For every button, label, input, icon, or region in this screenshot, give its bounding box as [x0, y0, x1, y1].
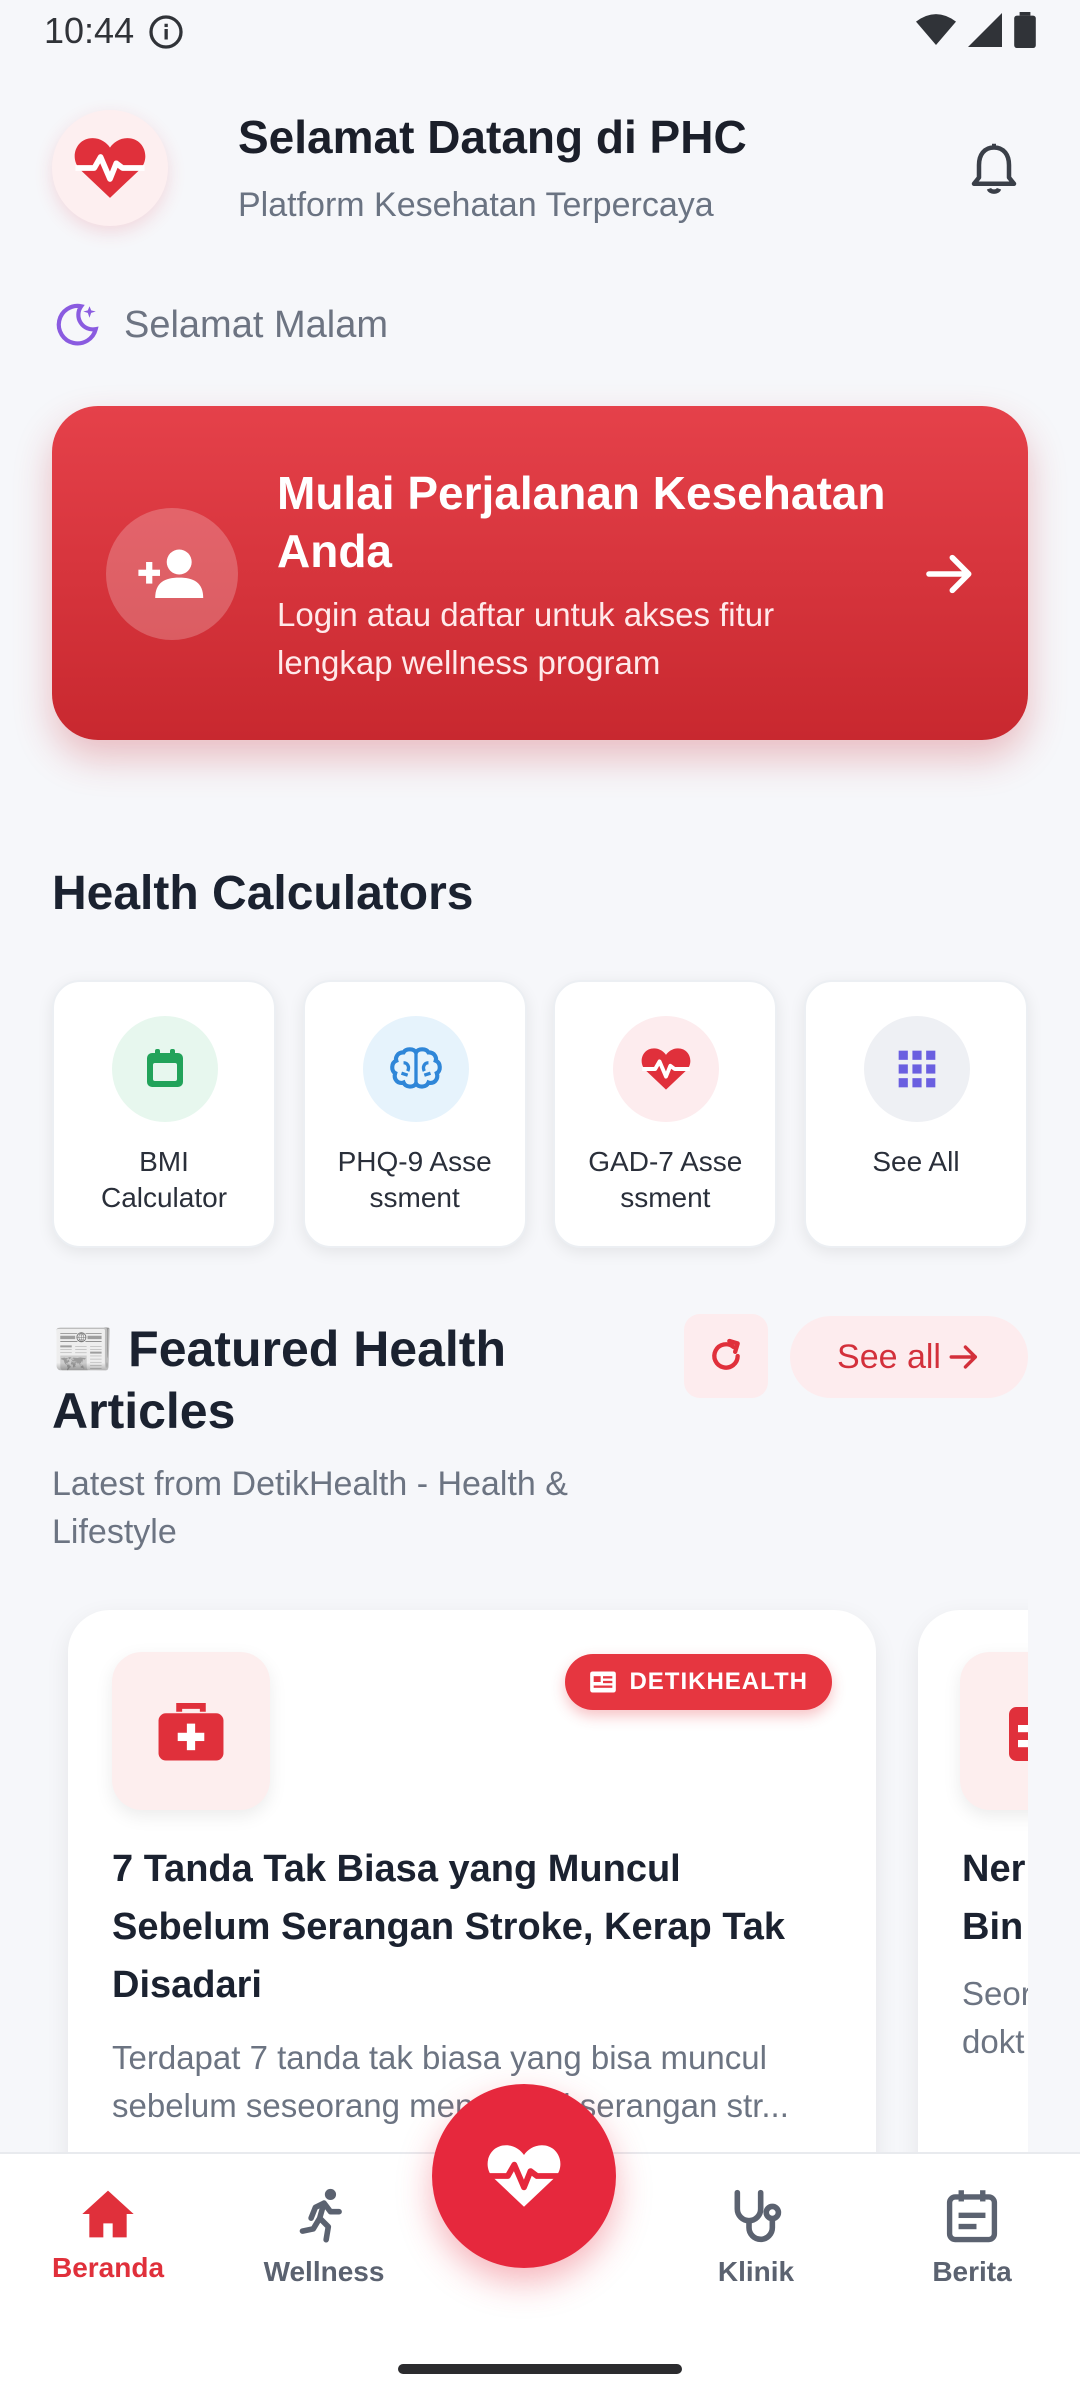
app-title: Selamat Datang di PHC: [238, 111, 747, 163]
add-user-icon: [106, 508, 238, 640]
see-all-label: See all: [837, 1337, 941, 1376]
calc-label: See All: [872, 1146, 960, 1177]
running-icon: [299, 2188, 342, 2243]
app-subtitle: Platform Kesehatan Terpercaya: [238, 186, 714, 224]
newspaper-icon: [590, 1671, 617, 1693]
heart-pulse-icon: [613, 1016, 720, 1122]
featured-subtitle: Latest from DetikHealth - Health & Lifes…: [52, 1465, 568, 1551]
status-bar: 10:44: [0, 0, 1080, 64]
brain-icon: [362, 1016, 469, 1122]
wifi-icon: [916, 14, 956, 45]
banner-subtitle: Login atau daftar untuk akses fitur leng…: [277, 596, 775, 681]
nav-label: Wellness: [263, 2256, 385, 2287]
calendar-icon: [946, 2190, 998, 2243]
home-icon: [82, 2190, 134, 2238]
home-indicator[interactable]: [398, 2364, 682, 2374]
arrow-right-icon: [949, 1345, 978, 1369]
scroll-clip: [1028, 1590, 1080, 2250]
heart-pulse-icon: [74, 138, 146, 198]
heart-pulse-icon: [487, 2145, 561, 2207]
grid-icon: [863, 1016, 970, 1122]
greeting: Selamat Malam: [52, 300, 388, 350]
article-description-line: Terdapat 7 tanda tak biasa yang bisa mun…: [112, 2039, 767, 2076]
calc-card-phq9[interactable]: PHQ-9 Asse ssment: [302, 980, 527, 1248]
signal-icon: [968, 13, 1002, 47]
stethoscope-icon: [734, 2189, 782, 2243]
greeting-text: Selamat Malam: [124, 303, 388, 346]
app-logo: [52, 110, 168, 226]
notification-bell-icon[interactable]: [964, 140, 1024, 200]
banner-title: Mulai Perjalanan Kesehatan Anda: [277, 467, 886, 577]
article-title: 7 Tanda Tak Biasa yang Muncul Sebelum Se…: [112, 1848, 785, 2006]
info-icon: [149, 15, 183, 49]
calc-card-bmi[interactable]: BMI Calculator: [52, 980, 276, 1248]
calc-card-gad7[interactable]: GAD-7 Asse ssment: [553, 980, 778, 1248]
source-badge: DETIKHEALTH: [565, 1654, 832, 1710]
calculator-list: BMI Calculator PHQ-9 Asse ssment GAD-7 Ass…: [52, 980, 1028, 1248]
calc-card-see-all[interactable]: See All: [803, 980, 1028, 1248]
bmi-calendar-icon: [112, 1016, 218, 1122]
battery-icon: [1014, 12, 1036, 48]
refresh-button[interactable]: [684, 1314, 768, 1398]
calc-label: GAD-7 Asse ssment: [588, 1146, 743, 1213]
status-time: 10:44: [44, 10, 135, 51]
source-label: DETIKHEALTH: [629, 1668, 808, 1695]
refresh-icon: [712, 1338, 740, 1370]
arrow-right-icon: [926, 554, 972, 594]
nav-item-klinik[interactable]: Klinik: [656, 2188, 856, 2288]
nav-item-beranda[interactable]: Beranda: [8, 2188, 208, 2284]
calc-label: BMI Calculator: [100, 1146, 228, 1213]
login-banner[interactable]: Mulai Perjalanan Kesehatan Anda Login at…: [52, 406, 1028, 740]
calculators-title: Health Calculators: [52, 867, 474, 920]
status-icons: [916, 12, 1036, 48]
home-screen: 10:44 Selamat Datang di PHC Platform Kes: [0, 0, 1080, 2400]
nav-label: Klinik: [717, 2256, 795, 2287]
see-all-button[interactable]: See all: [790, 1316, 1028, 1398]
nav-item-berita[interactable]: Berita: [872, 2188, 1072, 2288]
health-fab-button[interactable]: [432, 2084, 616, 2268]
featured-title: 📰 Featured Health Articles: [52, 1321, 507, 1439]
nav-label: Berita: [932, 2256, 1012, 2287]
moon-icon: [56, 303, 99, 346]
calc-label: PHQ-9 Asse ssment: [337, 1146, 492, 1213]
nav-label: Beranda: [51, 2252, 165, 2283]
nav-item-wellness[interactable]: Wellness: [224, 2188, 424, 2288]
medical-bag-icon: [112, 1652, 270, 1810]
